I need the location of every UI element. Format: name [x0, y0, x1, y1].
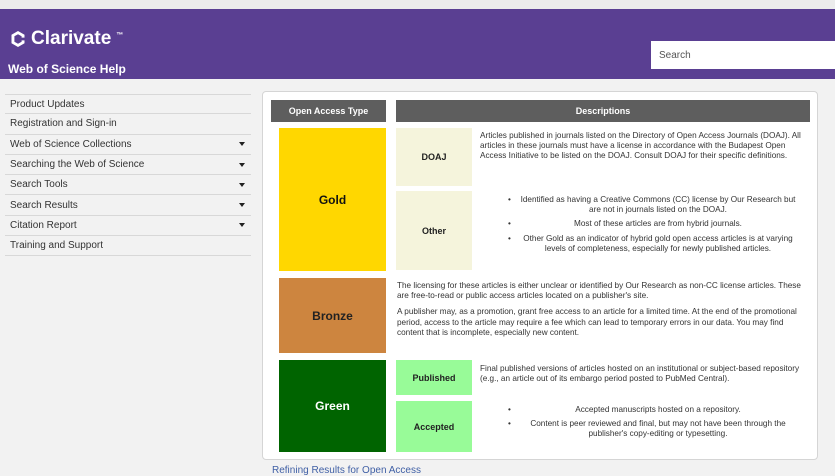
doaj-label: DOAJ — [421, 152, 447, 162]
brand-name: Clarivate — [31, 28, 112, 49]
sidebar-item-collections[interactable]: Web of Science Collections — [5, 135, 251, 155]
site-subtitle[interactable]: Web of Science Help — [8, 62, 126, 76]
sidebar-item-training[interactable]: Training and Support — [5, 236, 251, 257]
sidebar-item-searching[interactable]: Searching the Web of Science — [5, 155, 251, 176]
column-header-descriptions: Descriptions — [396, 100, 810, 122]
sidebar-item-product-updates[interactable]: Product Updates — [5, 94, 251, 115]
other-bullet: Identified as having a Creative Commons … — [480, 195, 806, 215]
caret-down-icon[interactable] — [239, 142, 245, 147]
sidebar-item-search-results[interactable]: Search Results — [5, 195, 251, 216]
bronze-label: Bronze — [312, 308, 353, 323]
sidebar-item-search-tools[interactable]: Search Tools — [5, 175, 251, 196]
accepted-bullet: Accepted manuscripts hosted on a reposit… — [480, 405, 806, 415]
green-type-cell: Green — [279, 360, 386, 452]
column-header-type: Open Access Type — [271, 100, 386, 122]
gold-label: Gold — [318, 192, 347, 207]
accepted-subtype-cell: Accepted — [396, 401, 472, 452]
bronze-type-cell: Bronze — [279, 278, 386, 353]
published-text: Final published versions of articles hos… — [480, 364, 800, 384]
doaj-subtype-cell: DOAJ — [396, 128, 472, 186]
sidebar-item-label: Registration and Sign-in — [10, 118, 117, 130]
doaj-text: Articles published in journals listed on… — [480, 131, 801, 161]
sidebar-item-label: Searching the Web of Science — [10, 159, 145, 171]
sidebar-item-label: Training and Support — [10, 240, 104, 252]
refining-results-link[interactable]: Refining Results for Open Access — [272, 465, 421, 476]
trademark-mark: ™ — [116, 31, 124, 39]
other-bullet: Most of these articles are from hybrid j… — [480, 219, 806, 229]
accepted-label: Accepted — [413, 421, 455, 432]
bronze-para-2: A publisher may, as a promotion, grant f… — [397, 307, 797, 337]
other-subtype-cell: Other — [396, 191, 472, 270]
search-input[interactable] — [651, 41, 835, 69]
sidebar-item-registration[interactable]: Registration and Sign-in — [5, 114, 251, 135]
sidebar-item-label: Product Updates — [10, 98, 85, 110]
open-access-table-panel: Open Access Type Descriptions Gold DOAJ … — [262, 91, 818, 460]
sidebar-item-label: Web of Science Collections — [10, 138, 132, 150]
caret-down-icon[interactable] — [239, 162, 245, 167]
bronze-para-1: The licensing for these articles is eith… — [397, 281, 801, 301]
sidebar-item-label: Search Tools — [10, 179, 68, 191]
published-label: Published — [412, 372, 456, 383]
other-label: Other — [421, 225, 446, 236]
browser-top-strip — [0, 0, 835, 9]
caret-down-icon[interactable] — [239, 223, 245, 228]
sidebar-item-label: Search Results — [10, 199, 78, 211]
clarivate-logo-icon — [11, 31, 25, 47]
other-bullet: Other Gold as an indicator of hybrid gol… — [480, 234, 806, 254]
sidebar-item-label: Citation Report — [10, 219, 77, 231]
sidebar-nav: Product Updates Registration and Sign-in… — [5, 94, 251, 257]
accepted-bullet: Content is peer reviewed and final, but … — [480, 419, 806, 439]
sidebar-item-citation-report[interactable]: Citation Report — [5, 216, 251, 237]
published-description: Final published versions of articles hos… — [480, 364, 808, 390]
published-subtype-cell: Published — [396, 360, 472, 395]
caret-down-icon[interactable] — [239, 203, 245, 208]
bronze-description: The licensing for these articles is eith… — [397, 281, 807, 344]
green-label: Green — [315, 399, 350, 413]
gold-type-cell: Gold — [279, 128, 386, 271]
caret-down-icon[interactable] — [239, 182, 245, 187]
accepted-description: Accepted manuscripts hosted on a reposit… — [480, 405, 806, 444]
site-header: Clarivate ™ Web of Science Help — [0, 9, 835, 79]
other-description: Identified as having a Creative Commons … — [480, 195, 806, 258]
doaj-description: Articles published in journals listed on… — [480, 131, 806, 168]
clarivate-logo[interactable]: Clarivate ™ — [9, 28, 123, 50]
